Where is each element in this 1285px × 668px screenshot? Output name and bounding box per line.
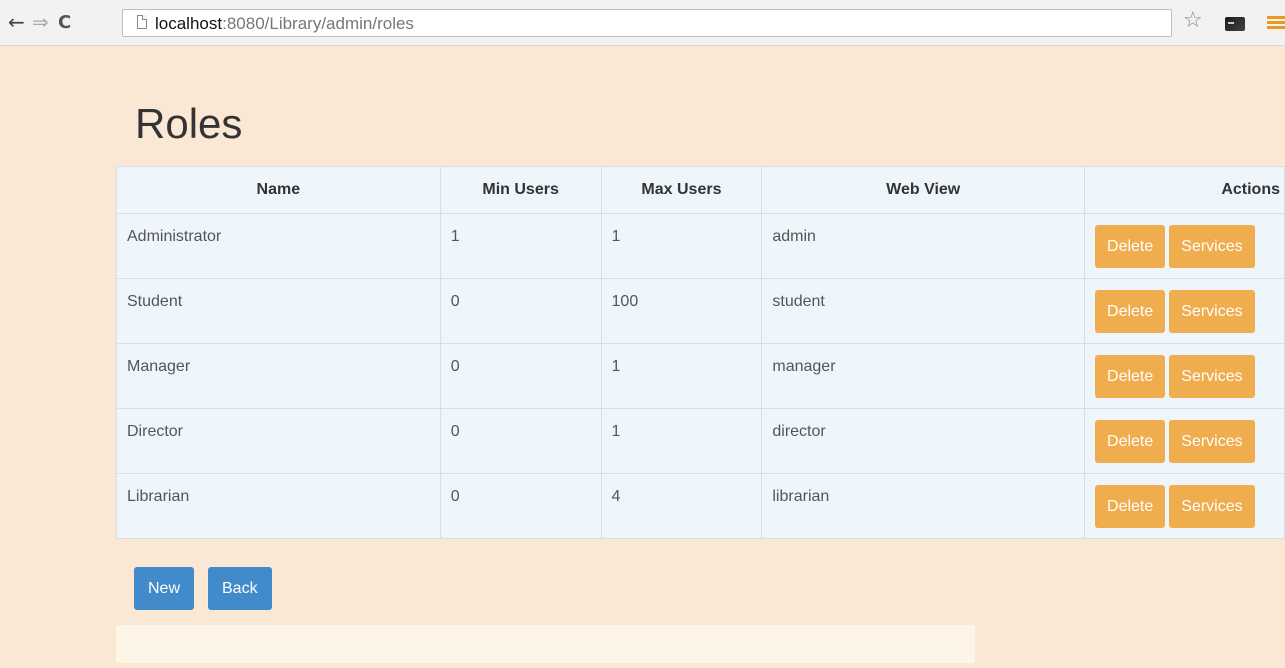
delete-button[interactable]: Delete (1095, 419, 1166, 463)
web-view-cell: manager (761, 343, 1086, 409)
min-users-cell: 0 (439, 278, 602, 344)
browser-toolbar: ← ⇒ C localhost:8080/Library/admin/roles… (0, 0, 1285, 46)
table-row: Manager 0 1 manager Delete Services (116, 343, 1285, 409)
services-button[interactable]: Services (1169, 289, 1255, 333)
table-row: Director 0 1 director Delete Services (116, 408, 1285, 474)
services-button[interactable]: Services (1169, 354, 1255, 398)
min-users-cell: 0 (439, 408, 602, 474)
column-header-min-users: Min Users (439, 166, 602, 214)
web-view-cell: librarian (761, 473, 1086, 539)
min-users-cell: 0 (439, 473, 602, 539)
table-row: Administrator 1 1 admin Delete Services (116, 213, 1285, 279)
table-header-row: Name Min Users Max Users Web View Action… (116, 166, 1285, 214)
table-row: Librarian 0 4 librarian Delete Services (116, 473, 1285, 539)
max-users-cell: 100 (600, 278, 763, 344)
terminal-extension-icon[interactable] (1225, 17, 1245, 31)
services-button[interactable]: Services (1169, 419, 1255, 463)
browser-menu-icon[interactable] (1267, 16, 1285, 30)
bookmark-star-icon[interactable]: ☆ (1183, 10, 1203, 32)
max-users-cell: 4 (600, 473, 763, 539)
services-button[interactable]: Services (1169, 484, 1255, 528)
column-header-web-view: Web View (761, 166, 1086, 214)
delete-button[interactable]: Delete (1095, 354, 1166, 398)
new-button[interactable]: New (134, 567, 195, 610)
max-users-cell: 1 (600, 213, 763, 279)
role-name-cell: Librarian (116, 473, 441, 539)
column-header-max-users: Max Users (600, 166, 763, 214)
role-name-cell: Administrator (116, 213, 441, 279)
role-name-cell: Director (116, 408, 441, 474)
table-row: Student 0 100 student Delete Services (116, 278, 1285, 344)
actions-cell: Delete Services (1084, 343, 1285, 409)
column-header-name: Name (116, 166, 441, 214)
delete-button[interactable]: Delete (1095, 224, 1166, 268)
url-path: :8080/Library/admin/roles (222, 14, 414, 33)
url-host: localhost (155, 14, 223, 33)
actions-cell: Delete Services (1084, 408, 1285, 474)
web-view-cell: director (761, 408, 1086, 474)
max-users-cell: 1 (600, 343, 763, 409)
column-header-actions: Actions (1084, 166, 1285, 214)
min-users-cell: 1 (439, 213, 602, 279)
reload-icon[interactable]: C (58, 13, 71, 33)
role-name-cell: Manager (116, 343, 441, 409)
url-text[interactable]: localhost:8080/Library/admin/roles (155, 14, 414, 34)
footer-panel (116, 625, 975, 663)
actions-cell: Delete Services (1084, 213, 1285, 279)
web-view-cell: admin (761, 213, 1086, 279)
delete-button[interactable]: Delete (1095, 484, 1166, 528)
min-users-cell: 0 (439, 343, 602, 409)
delete-button[interactable]: Delete (1095, 289, 1166, 333)
actions-cell: Delete Services (1084, 473, 1285, 539)
web-view-cell: student (761, 278, 1086, 344)
actions-cell: Delete Services (1084, 278, 1285, 344)
forward-arrow-icon[interactable]: ⇒ (32, 12, 49, 32)
max-users-cell: 1 (600, 408, 763, 474)
page-icon (137, 15, 147, 29)
roles-table: Name Min Users Max Users Web View Action… (116, 166, 1285, 539)
address-bar[interactable]: localhost:8080/Library/admin/roles (122, 9, 1172, 37)
page-title: Roles (135, 100, 243, 147)
back-arrow-icon[interactable]: ← (8, 12, 25, 32)
services-button[interactable]: Services (1169, 224, 1255, 268)
role-name-cell: Student (116, 278, 441, 344)
back-button[interactable]: Back (208, 567, 272, 610)
